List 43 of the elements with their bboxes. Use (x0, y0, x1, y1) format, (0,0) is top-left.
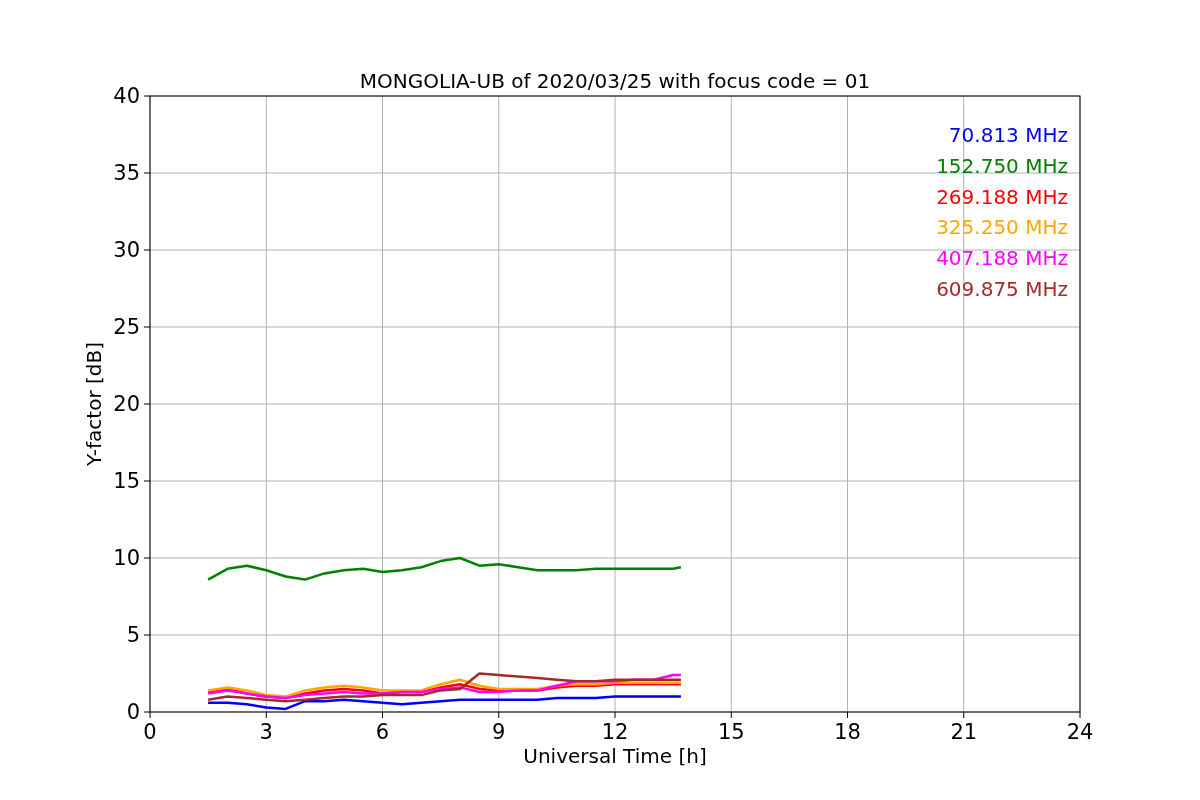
y-tick-label: 10 (113, 546, 140, 570)
legend-label: 325.250 MHz (936, 215, 1068, 240)
tick-mark (1079, 711, 1081, 719)
tick-mark (382, 711, 383, 719)
tick-mark (498, 711, 500, 719)
x-tick-label: 0 (143, 720, 157, 744)
legend-label: 70.813 MHz (948, 123, 1068, 147)
legend-label: 407.188 MHz (936, 246, 1068, 271)
legend-label: 152.750 MHz (936, 153, 1068, 178)
x-tick-label: 3 (259, 720, 273, 744)
tick-mark (143, 634, 151, 636)
tick-mark (143, 557, 151, 559)
legend-label: 269.188 MHz (936, 184, 1068, 209)
y-axis-label: Y-factor [dB] (82, 342, 106, 466)
x-tick-label: 9 (492, 720, 506, 744)
chart-title: MONGOLIA-UB of 2020/03/25 with focus code = 01 (359, 69, 871, 93)
x-tick-label: 6 (375, 720, 390, 744)
x-tick-label: 21 (950, 720, 978, 744)
y-tick-label: 35 (113, 161, 140, 185)
tick-mark (143, 326, 151, 328)
y-tick-label: 30 (113, 238, 140, 262)
tick-mark (847, 711, 848, 719)
x-tick-label: 15 (717, 720, 745, 744)
y-tick-label: 20 (113, 392, 140, 416)
y-tick-label: 40 (113, 84, 140, 108)
tick-mark (265, 711, 267, 719)
x-tick-label: 18 (834, 720, 861, 744)
y-tick-label: 25 (113, 315, 140, 339)
tick-mark (730, 711, 732, 719)
x-tick-label: 24 (1066, 720, 1094, 744)
y-tick-label: 5 (126, 623, 140, 647)
tick-mark (614, 711, 616, 719)
tick-mark (143, 95, 151, 97)
tick-mark (143, 249, 151, 251)
tick-mark (143, 480, 151, 482)
legend-label: 609.875 MHz (936, 277, 1068, 301)
tick-mark (143, 403, 151, 405)
x-tick-label: 12 (601, 720, 629, 744)
tick-mark (963, 711, 965, 719)
y-tick-label: 15 (113, 469, 140, 493)
x-axis-label: Universal Time [h] (523, 744, 707, 768)
tick-mark (143, 172, 151, 174)
y-tick-label: 0 (126, 700, 140, 724)
